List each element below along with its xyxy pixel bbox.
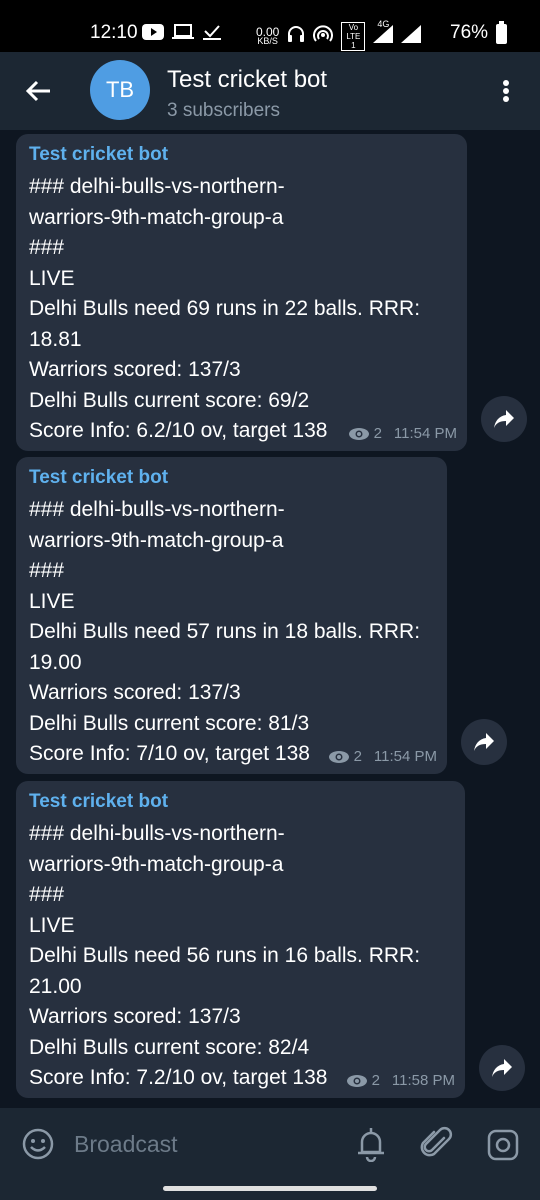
message-line: ### — [29, 559, 65, 582]
youtube-icon — [142, 24, 164, 46]
arrow-left-icon — [25, 80, 50, 102]
forward-icon — [494, 410, 514, 428]
message-line: warriors-9th-match-group-a — [29, 205, 284, 229]
camera-icon — [487, 1129, 519, 1161]
message-bubble[interactable]: Test cricket bot ### delhi-bulls-vs-nort… — [16, 457, 447, 774]
more-options-button[interactable] — [492, 76, 520, 106]
message-time: 11:54 PM — [393, 425, 457, 442]
message-line: ### — [29, 236, 65, 259]
status-system-icons: 0.00 KB/S Vo LTE 1 4G — [256, 19, 422, 51]
home-indicator[interactable] — [163, 1186, 377, 1191]
message-line: ### delhi-bulls-vs-northern- — [29, 498, 285, 521]
composer-bar — [0, 1108, 540, 1178]
message-line: Warriors scored: 137/3 — [29, 681, 241, 704]
network-type: 4G — [373, 19, 394, 49]
avatar[interactable]: TB — [90, 60, 150, 120]
channel-header[interactable]: TB Test cricket bot 3 subscribers — [0, 52, 540, 130]
paperclip-icon — [420, 1126, 453, 1157]
netspeed-unit: KB/S — [257, 35, 278, 46]
message-line: ### delhi-bulls-vs-northern- — [29, 175, 285, 198]
message-line: Delhi Bulls need 57 runs in 18 balls. RR… — [29, 620, 421, 643]
volte-badge: Vo LTE 1 — [341, 22, 366, 51]
message-line: Delhi Bulls current score: 82/4 — [29, 1035, 310, 1059]
status-notification-icons — [142, 24, 222, 46]
status-bar: 12:10 0.00 KB/S Vo LTE 1 4G 76% — [0, 0, 540, 52]
battery-icon — [496, 21, 507, 44]
message-line: ### delhi-bulls-vs-northern- — [29, 822, 285, 845]
attach-button[interactable] — [420, 1126, 454, 1162]
bell-icon — [358, 1128, 384, 1163]
eye-icon — [346, 1074, 367, 1087]
signal-icon — [401, 24, 422, 49]
forward-icon — [474, 733, 494, 751]
message-sender[interactable]: Test cricket bot — [29, 144, 455, 166]
subscriber-count: 3 subscribers — [167, 100, 280, 121]
view-count: 2 — [353, 748, 362, 765]
message-meta: 2 11:54 PM — [328, 748, 437, 765]
netspeed-indicator: 0.00 KB/S — [256, 26, 279, 46]
eye-icon — [328, 750, 349, 763]
share-button[interactable] — [479, 1045, 525, 1091]
message-line: Delhi Bulls need 56 runs in 16 balls. RR… — [29, 944, 421, 967]
camera-button[interactable] — [486, 1128, 520, 1162]
battery-percent: 76% — [450, 22, 489, 43]
message-line: Warriors scored: 137/3 — [29, 1005, 241, 1028]
message-meta: 2 11:54 PM — [348, 425, 457, 442]
more-vertical-icon-dot — [503, 96, 509, 102]
message-line: Delhi Bulls current score: 81/3 — [29, 711, 310, 735]
broadcast-input[interactable] — [74, 1128, 334, 1160]
message-line: LIVE — [29, 589, 75, 613]
share-button[interactable] — [481, 396, 527, 442]
message-line: Warriors scored: 137/3 — [29, 358, 241, 381]
share-button[interactable] — [461, 719, 507, 765]
message-bubble[interactable]: Test cricket bot ### delhi-bulls-vs-nort… — [16, 134, 467, 451]
check-icon — [202, 24, 222, 46]
message-line: LIVE — [29, 913, 75, 937]
message-line: warriors-9th-match-group-a — [29, 852, 284, 876]
message-line: 21.00 — [29, 974, 82, 998]
more-vertical-icon-dot — [503, 88, 509, 94]
message-sender[interactable]: Test cricket bot — [29, 791, 453, 813]
notification-toggle-button[interactable] — [354, 1126, 388, 1163]
message-line: Delhi Bulls need 69 runs in 22 balls. RR… — [29, 297, 421, 320]
emoji-button[interactable] — [22, 1128, 54, 1160]
headphones-icon — [287, 25, 305, 49]
message-line: 19.00 — [29, 650, 82, 674]
message-line: ### — [29, 883, 65, 906]
message-sender[interactable]: Test cricket bot — [29, 467, 435, 489]
status-time: 12:10 — [90, 22, 138, 43]
emoji-icon — [22, 1128, 54, 1160]
view-count: 2 — [373, 425, 382, 442]
network-label: 4G — [377, 18, 390, 29]
laptop-icon — [172, 24, 194, 46]
message-time: 11:54 PM — [373, 748, 437, 765]
back-button[interactable] — [24, 76, 54, 106]
message-line: Delhi Bulls current score: 69/2 — [29, 388, 310, 412]
channel-title[interactable]: Test cricket bot — [167, 66, 327, 94]
system-nav-bar — [0, 1178, 540, 1200]
hotspot-icon — [313, 24, 334, 49]
message-line: LIVE — [29, 266, 75, 290]
message-line: 18.81 — [29, 327, 82, 351]
forward-icon — [492, 1059, 512, 1077]
message-time: 11:58 PM — [391, 1072, 455, 1089]
message-line: warriors-9th-match-group-a — [29, 528, 284, 552]
view-count: 2 — [371, 1072, 380, 1089]
message-bubble[interactable]: Test cricket bot ### delhi-bulls-vs-nort… — [16, 781, 465, 1098]
eye-icon — [348, 427, 369, 440]
message-meta: 2 11:58 PM — [346, 1072, 455, 1089]
more-vertical-icon — [503, 80, 509, 86]
